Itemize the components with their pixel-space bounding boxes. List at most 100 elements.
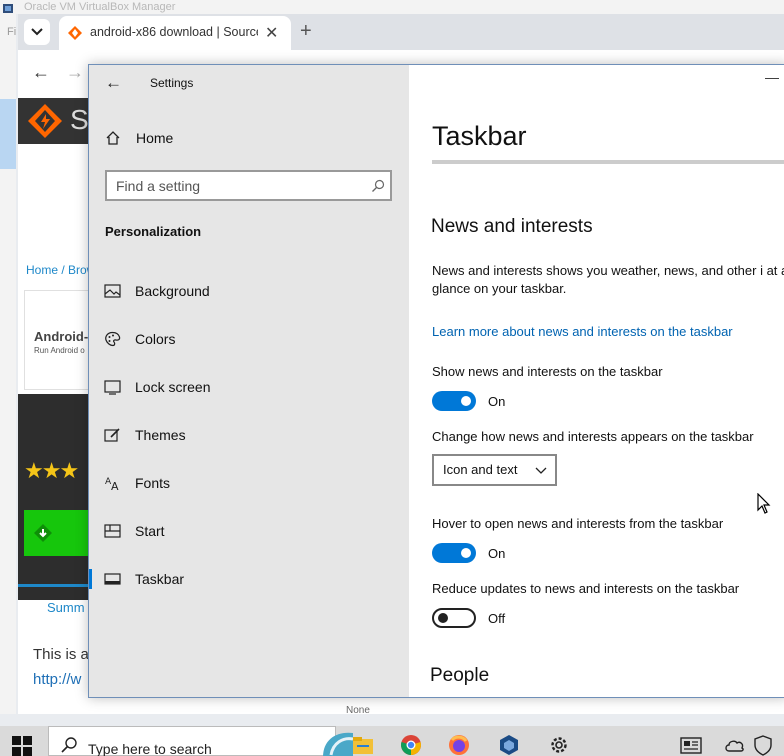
sidebar-item-lock-screen[interactable]: Lock screen — [89, 367, 409, 407]
taskbar-icon — [104, 573, 121, 585]
weather-cloud-icon[interactable] — [724, 734, 746, 756]
tab-close-icon[interactable]: ✕ — [265, 23, 278, 43]
sidebar-item-label: Background — [135, 283, 210, 299]
rating-stars: ★★★ — [24, 458, 79, 483]
appearance-dropdown[interactable]: Icon and text — [432, 454, 557, 486]
page-title: Taskbar — [432, 121, 527, 151]
sidebar-item-home[interactable]: Home — [105, 127, 385, 151]
file-explorer-icon[interactable] — [352, 734, 374, 756]
lock-screen-icon — [104, 380, 121, 395]
project-link[interactable]: http://w — [33, 671, 81, 688]
show-news-state: On — [488, 394, 506, 409]
toggle-knob — [461, 396, 471, 406]
hover-state: On — [488, 546, 506, 561]
virtualbox-selection-highlight — [0, 99, 16, 169]
back-arrow-icon[interactable]: ← — [32, 62, 50, 83]
reduce-updates-state: Off — [488, 611, 506, 626]
settings-content: — Taskbar News and interests News and in… — [409, 65, 784, 697]
settings-sidebar: ← Settings Home Personalization Backgrou… — [89, 65, 409, 697]
palette-icon — [105, 331, 121, 347]
tab-search-button[interactable] — [24, 19, 50, 45]
sidebar-item-label: Taskbar — [135, 571, 185, 587]
news-description: News and interests shows you weather, ne… — [432, 263, 784, 296]
sidebar-item-label: Fonts — [135, 475, 171, 491]
taskbar-search-text: Type here to search — [88, 741, 212, 756]
start-icon — [104, 524, 121, 538]
learn-more-link[interactable]: Learn more about news and interests on t… — [432, 324, 733, 339]
sidebar-item-fonts[interactable]: A A Fonts — [89, 463, 409, 503]
virtualbox-icon[interactable] — [498, 734, 520, 756]
virtualbox-icon — [3, 4, 13, 13]
mouse-cursor-icon — [757, 493, 771, 514]
toggle-knob — [438, 613, 448, 623]
find-setting-search[interactable] — [105, 170, 392, 201]
sidebar-item-label: Home — [136, 130, 174, 146]
sidebar-item-colors[interactable]: Colors — [89, 319, 409, 359]
back-arrow-icon[interactable]: ← — [105, 73, 122, 93]
sourceforge-logo-icon[interactable] — [26, 102, 64, 140]
search-input[interactable] — [107, 172, 357, 199]
tab-underline — [18, 584, 90, 587]
sidebar-item-start[interactable]: Start — [89, 511, 409, 551]
minimize-button[interactable]: — — [757, 69, 784, 91]
project-tagline: Run Android o — [34, 346, 85, 355]
hover-label: Hover to open news and interests from th… — [432, 516, 724, 531]
toggle-knob — [461, 548, 471, 558]
security-shield-icon[interactable] — [752, 734, 774, 756]
show-news-label: Show news and interests on the taskbar — [432, 364, 663, 379]
new-tab-button[interactable]: + — [300, 20, 312, 43]
sourceforge-favicon-icon — [68, 26, 82, 40]
summary-tab[interactable]: Summ — [47, 600, 85, 615]
hover-toggle[interactable] — [432, 543, 476, 563]
sidebar-item-label: Colors — [135, 331, 176, 347]
change-appearance-label: Change how news and interests appears on… — [432, 429, 754, 444]
taskbar-search-box[interactable]: Type here to search — [48, 726, 354, 756]
search-icon[interactable] — [371, 179, 385, 193]
background-none-label: None — [346, 705, 370, 716]
sidebar-item-label: Lock screen — [135, 379, 211, 395]
news-widget-icon[interactable] — [680, 734, 702, 756]
window-title: Settings — [150, 76, 194, 90]
virtualbox-menu-file[interactable]: Fi — [7, 26, 16, 38]
site-header: Sc — [18, 98, 103, 144]
download-icon — [34, 524, 52, 542]
section-title: Personalization — [105, 224, 202, 239]
sidebar-item-label: Themes — [135, 427, 186, 443]
sidebar-item-label: Start — [135, 523, 165, 539]
project-name: Android-x — [34, 329, 96, 344]
virtualbox-window-edge: Fi — [0, 14, 16, 714]
project-description: This is a — [33, 646, 89, 663]
project-card: Android-x Run Android o — [24, 290, 95, 390]
reduce-updates-toggle[interactable] — [432, 608, 476, 628]
reduce-updates-label: Reduce updates to news and interests on … — [432, 581, 740, 596]
news-heading: News and interests — [431, 216, 593, 237]
sidebar-item-taskbar[interactable]: Taskbar — [89, 559, 409, 599]
firefox-icon[interactable] — [448, 734, 470, 756]
header-divider — [432, 160, 784, 164]
svg-text:A: A — [111, 480, 119, 491]
browser-tab-bar: android-x86 download | SourceForge.net ✕… — [18, 14, 784, 50]
project-dark-band — [18, 394, 90, 600]
breadcrumb[interactable]: Home / Brow — [26, 263, 95, 277]
search-highlight-art-icon — [323, 732, 354, 756]
windows-taskbar: Type here to search — [0, 726, 784, 756]
forward-arrow-icon[interactable]: → — [66, 62, 84, 83]
brush-icon — [104, 428, 120, 442]
tab-title: android-x86 download | SourceForge.net — [90, 25, 258, 39]
download-button[interactable] — [24, 510, 90, 556]
search-icon — [61, 737, 77, 753]
settings-gear-icon[interactable] — [548, 734, 570, 756]
chrome-icon[interactable] — [400, 734, 422, 756]
browser-tab[interactable]: android-x86 download | SourceForge.net ✕ — [59, 16, 291, 50]
virtualbox-window-strip: Oracle VM VirtualBox Manager — [0, 0, 784, 14]
settings-window: ← Settings Home Personalization Backgrou… — [88, 64, 784, 698]
sidebar-item-background[interactable]: Background — [89, 271, 409, 311]
virtualbox-title: Oracle VM VirtualBox Manager — [24, 1, 176, 13]
people-heading: People — [430, 665, 490, 686]
windows-start-icon[interactable] — [12, 736, 32, 756]
chevron-down-icon — [535, 467, 547, 474]
sidebar-item-themes[interactable]: Themes — [89, 415, 409, 455]
home-icon — [106, 131, 120, 145]
font-icon: A A — [105, 477, 119, 491]
show-news-toggle[interactable] — [432, 391, 476, 411]
